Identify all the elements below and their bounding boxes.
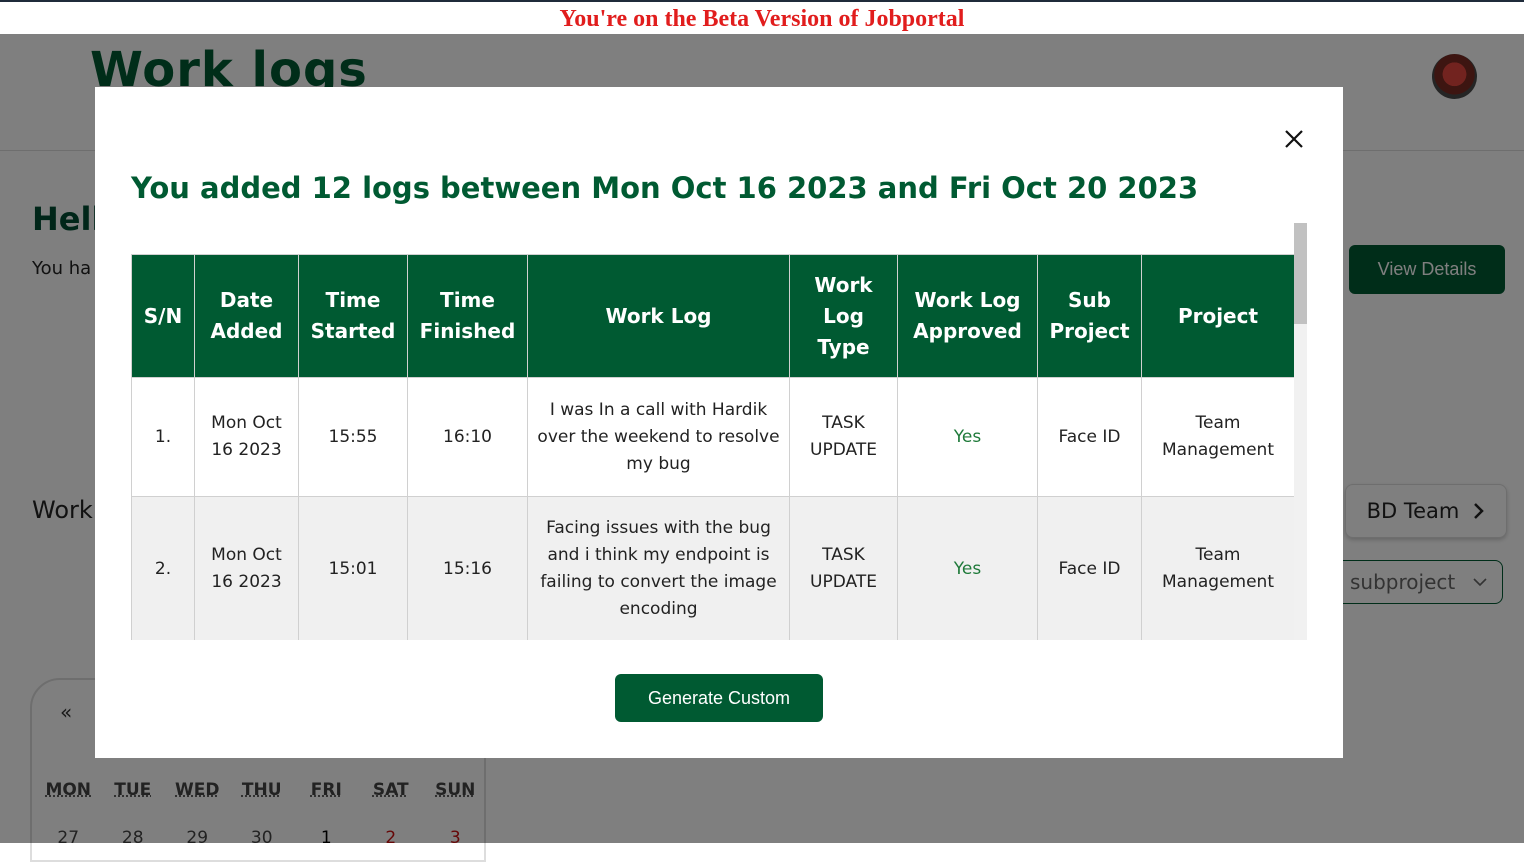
beta-banner-text: You're on the Beta Version of Jobportal: [559, 6, 965, 32]
table-row: 2. Mon Oct 16 2023 15:01 15:16 Facing is…: [131, 496, 1295, 640]
column-header: S/N: [131, 254, 195, 378]
table-row: 1. Mon Oct 16 2023 15:55 16:10 I was In …: [131, 377, 1295, 497]
cell-date: Mon Oct 16 2023: [194, 496, 299, 640]
cell-project: Team Management: [1141, 496, 1295, 640]
cell-sn: 2.: [131, 496, 195, 640]
beta-banner: You're on the Beta Version of Jobportal: [0, 0, 1524, 34]
table-scrollbar-thumb[interactable]: [1294, 223, 1307, 324]
logs-table: S/N Date Added Time Started Time Finishe…: [131, 254, 1295, 640]
column-header: Project: [1141, 254, 1295, 378]
column-header: Work Log Type: [789, 254, 898, 378]
column-header: Work Log: [527, 254, 790, 378]
cell-log-type: TASK UPDATE: [789, 377, 898, 497]
column-header: Work Log Approved: [897, 254, 1038, 378]
cell-approved: Yes: [897, 377, 1038, 497]
close-icon[interactable]: [1280, 125, 1308, 153]
cell-time-started: 15:01: [298, 496, 408, 640]
cell-work-log: Facing issues with the bug and i think m…: [527, 496, 790, 640]
column-header: Date Added: [194, 254, 299, 378]
cell-time-started: 15:55: [298, 377, 408, 497]
cell-sub-project: Face ID: [1037, 496, 1142, 640]
modal-title: You added 12 logs between Mon Oct 16 202…: [131, 171, 1199, 205]
logs-table-container: S/N Date Added Time Started Time Finishe…: [131, 223, 1307, 640]
column-header: Time Finished: [407, 254, 528, 378]
close-icon-glyph: [1285, 130, 1303, 148]
cell-time-finished: 15:16: [407, 496, 528, 640]
cell-approved: Yes: [897, 496, 1038, 640]
top-border: [0, 0, 1524, 2]
cell-time-finished: 16:10: [407, 377, 528, 497]
cell-date: Mon Oct 16 2023: [194, 377, 299, 497]
cell-sn: 1.: [131, 377, 195, 497]
column-header: Time Started: [298, 254, 408, 378]
cell-work-log: I was In a call with Hardik over the wee…: [527, 377, 790, 497]
column-header: Sub Project: [1037, 254, 1142, 378]
table-header-row: S/N Date Added Time Started Time Finishe…: [131, 254, 1295, 378]
cell-project: Team Management: [1141, 377, 1295, 497]
work-logs-modal: You added 12 logs between Mon Oct 16 202…: [95, 87, 1343, 758]
cell-sub-project: Face ID: [1037, 377, 1142, 497]
cell-log-type: TASK UPDATE: [789, 496, 898, 640]
generate-custom-button[interactable]: Generate Custom: [615, 674, 823, 722]
